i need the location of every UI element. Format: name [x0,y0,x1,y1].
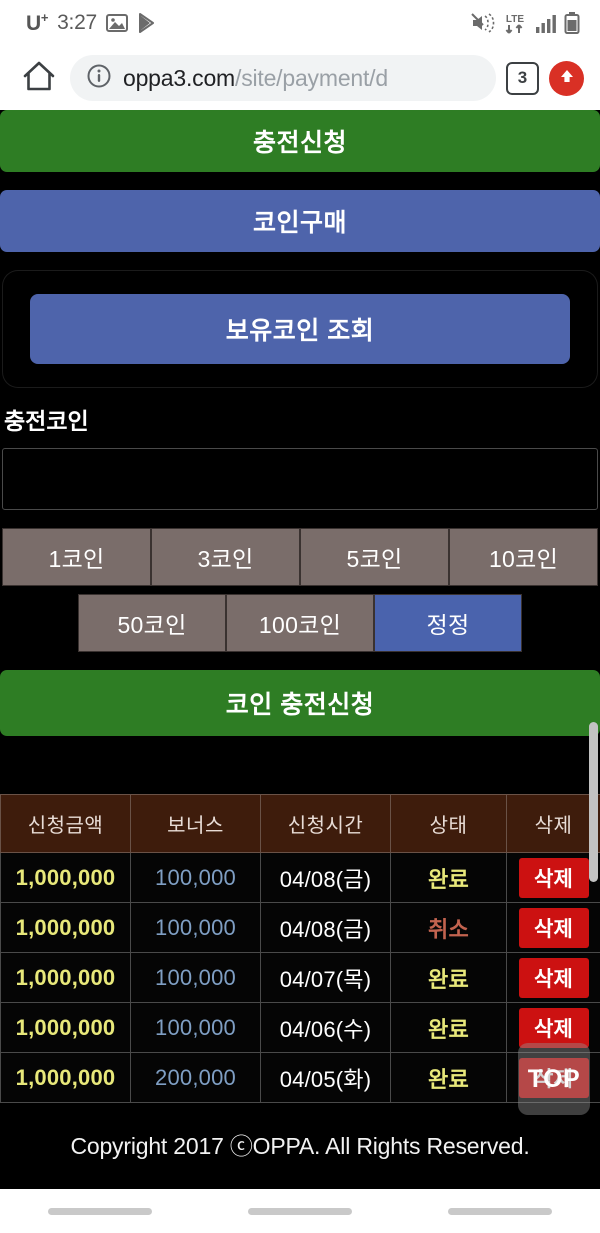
status-badge: 완료 [390,1052,507,1103]
coin-chip-100[interactable]: 100코인 [226,594,374,652]
signal-bars-icon [535,13,557,33]
cell-date: 04/08(금) [260,852,391,903]
url-text: oppa3.com/site/payment/d [123,64,388,91]
cell-bonus: 100,000 [130,852,261,903]
table-row: 1,000,000 100,000 04/08(금) 취소 삭제 [0,902,600,953]
play-store-icon [137,13,157,33]
cell-bonus: 100,000 [130,1002,261,1053]
charge-history-table: 신청금액 보너스 신청시간 상태 삭제 1,000,000 100,000 04… [0,794,600,1103]
balance-highlight-box: 보유코인 조회 [2,270,598,388]
up-arrow-icon [557,66,577,91]
coin-purchase-button[interactable]: 코인구매 [0,190,600,252]
footer-copyright: Copyright 2017 ⓒOPPA. All Rights Reserve… [0,1103,600,1187]
header-bonus: 보너스 [130,794,261,853]
header-time: 신청시간 [260,794,391,853]
header-state: 상태 [390,794,507,853]
battery-icon [564,12,580,34]
chip-row-gap [0,586,600,594]
page-content: 충전신청 코인구매 보유코인 조회 충전코인 1코인 3코인 5코인 10코인 … [0,110,600,1233]
coin-chip-1[interactable]: 1코인 [2,528,151,586]
charge-coin-input[interactable] [2,448,598,510]
cell-delete: 삭제 [506,902,600,953]
url-bar[interactable]: oppa3.com/site/payment/d [70,55,496,101]
status-bar-left: U+ 3:27 [26,10,157,36]
nav-pill-home[interactable] [248,1207,352,1215]
charge-coin-label: 충전코인 [4,408,89,434]
cell-date: 04/05(화) [260,1052,391,1103]
cell-bonus: 100,000 [130,902,261,953]
cell-delete: 삭제 [506,852,600,903]
cell-delete: 삭제 [506,952,600,1003]
phone-screen: U+ 3:27 LTE oppa3.com/site/payment/d 3 충… [0,0,600,1233]
submit-charge-button[interactable]: 코인 충전신청 [0,670,600,736]
delete-button[interactable]: 삭제 [518,957,589,998]
coin-chip-row-2: 50코인 100코인 정정 [0,594,600,652]
tab-count-label: 3 [517,68,528,87]
cell-amount: 1,000,000 [0,1002,131,1053]
home-icon [22,59,56,98]
svg-text:LTE: LTE [506,14,524,25]
delete-button[interactable]: 삭제 [518,857,589,898]
cell-date: 04/08(금) [260,902,391,953]
coin-chip-5[interactable]: 5코인 [300,528,449,586]
nav-pill-recents[interactable] [48,1207,152,1215]
volume-mute-icon [471,12,495,34]
coin-chip-3[interactable]: 3코인 [151,528,300,586]
status-badge: 취소 [390,902,507,953]
status-bar-right: LTE [471,11,580,35]
header-amount: 신청금액 [0,794,131,853]
charge-request-header-button[interactable]: 충전신청 [0,110,600,172]
browser-toolbar: oppa3.com/site/payment/d 3 [0,46,600,110]
table-header-row: 신청금액 보너스 신청시간 상태 삭제 [0,794,600,853]
android-status-bar: U+ 3:27 LTE [0,0,600,46]
cell-date: 04/07(목) [260,952,391,1003]
table-row: 1,000,000 100,000 04/06(수) 완료 삭제 [0,1002,600,1053]
status-bar-clock: 3:27 [57,11,97,34]
tab-counter-button[interactable]: 3 [506,61,539,95]
browser-update-button[interactable] [549,60,584,96]
table-row: 1,000,000 200,000 04/05(화) 완료 삭제 [0,1052,600,1103]
cell-amount: 1,000,000 [0,952,131,1003]
coin-chip-50[interactable]: 50코인 [78,594,226,652]
info-circle-icon[interactable] [86,63,112,94]
android-nav-bar [0,1189,600,1233]
lte-data-icon: LTE [502,11,528,35]
table-row: 1,000,000 100,000 04/08(금) 완료 삭제 [0,852,600,903]
delete-button[interactable]: 삭제 [518,907,589,948]
page-scrollbar[interactable] [589,722,598,882]
status-badge: 완료 [390,852,507,903]
status-badge: 완료 [390,1002,507,1053]
scroll-to-top-button[interactable]: TOP [518,1043,590,1115]
coin-chip-row-1: 1코인 3코인 5코인 10코인 [0,528,600,586]
nav-pill-back[interactable] [448,1207,552,1215]
cell-bonus: 200,000 [130,1052,261,1103]
coin-chip-10[interactable]: 10코인 [449,528,598,586]
delete-button[interactable]: 삭제 [518,1007,589,1048]
cell-amount: 1,000,000 [0,1052,131,1103]
cell-date: 04/06(수) [260,1002,391,1053]
header-delete: 삭제 [506,794,600,853]
carrier-label: U+ [26,10,49,35]
status-badge: 완료 [390,952,507,1003]
spacer-5 [0,736,600,794]
cell-amount: 1,000,000 [0,902,131,953]
table-row: 1,000,000 100,000 04/07(목) 완료 삭제 [0,952,600,1003]
image-icon [105,14,128,32]
reset-chip[interactable]: 정정 [374,594,522,652]
home-button[interactable] [18,57,60,99]
check-balance-button[interactable]: 보유코인 조회 [30,294,570,364]
cell-bonus: 100,000 [130,952,261,1003]
cell-amount: 1,000,000 [0,852,131,903]
